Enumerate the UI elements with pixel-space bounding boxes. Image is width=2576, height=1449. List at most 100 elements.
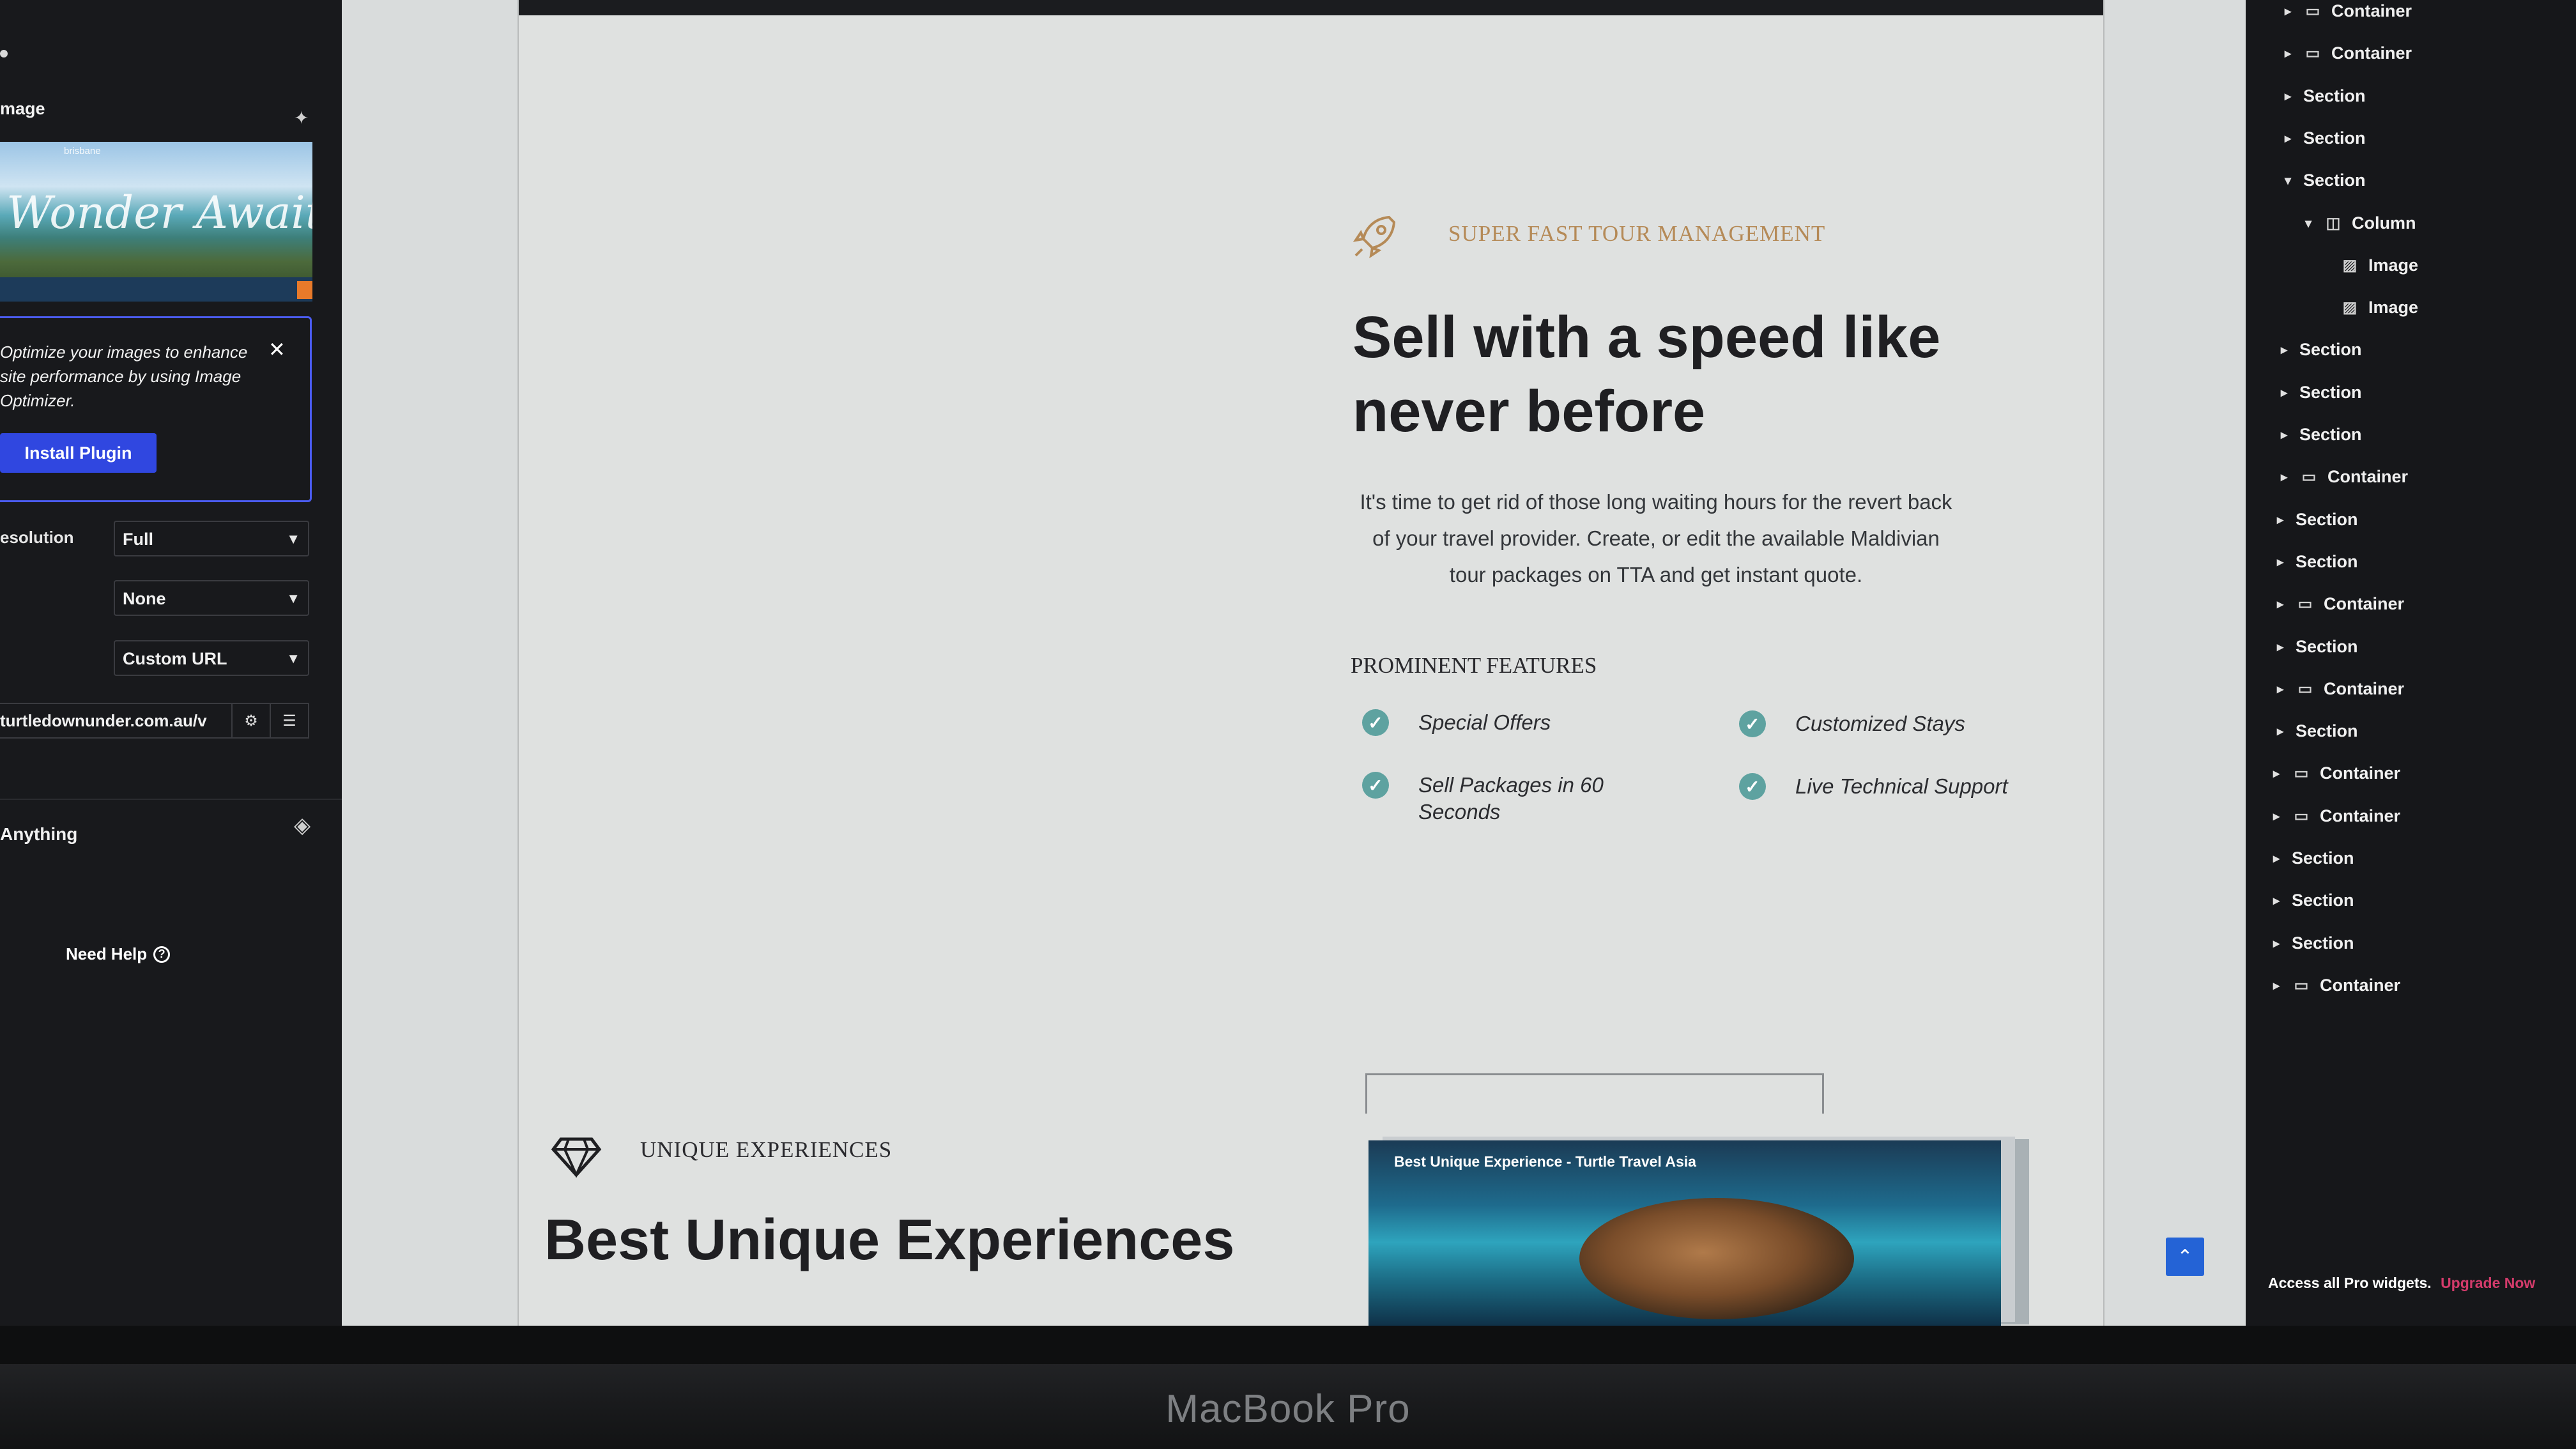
navigator-item-label: Container	[2324, 678, 2405, 698]
caret-right-icon[interactable]: ▸	[2270, 935, 2283, 951]
caret-right-icon[interactable]: ▸	[2278, 385, 2290, 401]
navigator-item-section[interactable]: ▸ Section	[2270, 933, 2354, 953]
container-icon: ▭	[2297, 680, 2313, 698]
navigator-item-image[interactable]: ▨ Image	[2319, 298, 2418, 318]
scroll-to-top-button[interactable]: ⌃	[2166, 1238, 2204, 1276]
caret-down-icon[interactable]: ▾	[2302, 215, 2315, 231]
caret-right-icon[interactable]: ▸	[2274, 554, 2287, 570]
navigator-item-section[interactable]: ▸ Section	[2274, 637, 2358, 657]
gear-icon[interactable]: ⚙	[231, 704, 270, 737]
unique-eyebrow: UNIQUE EXPERIENCES	[640, 1137, 893, 1162]
caption-select-value: None	[123, 589, 166, 608]
image-preview[interactable]: brisbane Wonder Awaits	[0, 142, 312, 302]
pro-widgets-text: Access all Pro widgets.	[2268, 1275, 2432, 1291]
caret-right-icon[interactable]: ▸	[2281, 45, 2294, 61]
navigator-item-label: Container	[2320, 763, 2401, 783]
upgrade-now-link[interactable]: Upgrade Now	[2441, 1275, 2535, 1291]
container-icon: ▭	[2294, 807, 2309, 825]
navigator-item-container[interactable]: ▸ ▭ Container	[2270, 806, 2400, 826]
link-select[interactable]: Custom URL ▼	[114, 640, 309, 676]
caret-down-icon[interactable]: ▾	[2281, 172, 2294, 188]
link-url-input[interactable]: turtledownunder.com.au/v ⚙ ☰	[0, 703, 309, 739]
navigator-item-container[interactable]: ▸ ▭ Container	[2274, 679, 2404, 699]
caret-right-icon[interactable]: ▸	[2270, 977, 2283, 993]
close-icon[interactable]: ✕	[268, 337, 286, 362]
caret-right-icon[interactable]: ▸	[2270, 808, 2283, 824]
caret-right-icon[interactable]: ▸	[2274, 512, 2287, 528]
features-label: PROMINENT FEATURES	[1351, 653, 1597, 678]
video-card[interactable]: Best Unique Experience - Turtle Travel A…	[1368, 1140, 2001, 1326]
caption-select[interactable]: None ▼	[114, 580, 309, 616]
navigator-item-container[interactable]: ▸ ▭ Container	[2270, 976, 2400, 995]
navigator-item-section[interactable]: ▸ Section	[2278, 383, 2362, 402]
link-select-value: Custom URL	[123, 649, 227, 668]
caret-right-icon[interactable]: ▸	[2270, 893, 2283, 908]
caret-right-icon[interactable]: ▸	[2270, 765, 2283, 781]
feature-eyebrow: SUPER FAST TOUR MANAGEMENT	[1448, 221, 1826, 246]
image-icon: ▨	[2342, 299, 2358, 317]
need-help-link[interactable]: Need Help ?	[66, 944, 171, 964]
navigator-item-label: Section	[2299, 382, 2362, 402]
feature-heading[interactable]: Sell with a speed like never before	[1353, 300, 1991, 448]
install-plugin-button[interactable]: Install Plugin	[0, 433, 157, 473]
container-icon: ▭	[2301, 468, 2317, 486]
caret-right-icon[interactable]: ▸	[2274, 681, 2287, 697]
navigator-item-label: Section	[2299, 425, 2362, 444]
navigator-item-column[interactable]: ▾ ◫ Column	[2302, 213, 2416, 233]
check-icon: ✓	[1739, 710, 1766, 737]
navigator-item-label: Container	[2327, 467, 2409, 487]
caret-right-icon[interactable]: ▸	[2274, 639, 2287, 655]
navigator-item-section[interactable]: ▸ Section	[2270, 848, 2354, 868]
navigator-item-label: Section	[2296, 636, 2358, 656]
navigator-item-label: Section	[2292, 848, 2354, 868]
navigator-item-label: Section	[2292, 891, 2354, 910]
caret-right-icon[interactable]: ▸	[2270, 850, 2283, 866]
caret-right-icon[interactable]: ▸	[2281, 88, 2294, 104]
navigator-item-section[interactable]: ▸ Section	[2278, 340, 2362, 360]
editor-panel: mage ✦ brisbane Wonder Awaits Optimize y…	[0, 0, 342, 1326]
navigator-item-container[interactable]: ▸ ▭ Container	[2274, 594, 2404, 614]
feature-item: ✓ Special Offers	[1362, 709, 1636, 736]
caret-right-icon[interactable]: ▸	[2274, 596, 2287, 612]
navigator-item-container[interactable]: ▸ ▭ Container	[2281, 43, 2412, 63]
help-icon: ?	[153, 946, 171, 963]
chevron-down-icon: ▼	[286, 531, 300, 547]
caret-right-icon[interactable]: ▸	[2281, 130, 2294, 146]
navigator-item-container[interactable]: ▸ ▭ Container	[2281, 1, 2412, 21]
navigator-item-image[interactable]: ▨ Image	[2319, 256, 2418, 275]
unique-heading[interactable]: Best Unique Experiences	[544, 1208, 1234, 1273]
navigator-item-label: Section	[2296, 509, 2358, 529]
preview-script-text: Wonder Awaits	[6, 187, 312, 239]
resolution-select[interactable]: Full ▼	[114, 521, 309, 556]
caret-right-icon[interactable]: ▸	[2278, 427, 2290, 443]
navigator-item-container[interactable]: ▸ ▭ Container	[2270, 763, 2400, 783]
caret-right-icon[interactable]: ▸	[2278, 342, 2290, 358]
navigator-item-container[interactable]: ▸ ▭ Container	[2278, 467, 2408, 487]
navigator-item-label: Image	[2368, 298, 2419, 318]
navigator-item-label: Container	[2320, 975, 2401, 995]
caret-right-icon[interactable]: ▸	[2274, 723, 2287, 739]
navigator-item-label: Container	[2331, 43, 2412, 63]
feature-text: Sell Packages in 60 Seconds	[1418, 773, 1604, 824]
link-url-value: turtledownunder.com.au/v	[0, 710, 207, 730]
navigator-item-section[interactable]: ▸ Section	[2281, 128, 2366, 148]
navigator-item-section[interactable]: ▸ Section	[2274, 510, 2358, 530]
preview-footer-bar	[0, 277, 312, 302]
navigator-item-section[interactable]: ▾ Section	[2281, 171, 2366, 190]
container-icon: ▭	[2297, 595, 2313, 613]
caret-right-icon[interactable]: ▸	[2278, 469, 2290, 485]
navigator-item-section[interactable]: ▸ Section	[2274, 721, 2358, 741]
turtle-image	[1579, 1198, 1854, 1319]
rocket-icon	[1353, 215, 1396, 259]
navigator-item-section[interactable]: ▸ Section	[2274, 552, 2358, 572]
chevron-down-icon: ▼	[286, 650, 300, 666]
navigator-item-label: Container	[2320, 806, 2401, 825]
feature-description[interactable]: It's time to get rid of those long waiti…	[1353, 484, 1959, 593]
caret-right-icon[interactable]: ▸	[2281, 3, 2294, 19]
navigator-item-section[interactable]: ▸ Section	[2270, 891, 2354, 910]
navigator-item-section[interactable]: ▸ Section	[2278, 425, 2362, 445]
navigator-item-section[interactable]: ▸ Section	[2281, 86, 2366, 106]
dynamic-tags-icon[interactable]: ☰	[270, 704, 308, 737]
diamond-icon[interactable]: ◈	[294, 813, 310, 838]
ai-sparkle-icon[interactable]: ✦	[294, 107, 309, 128]
